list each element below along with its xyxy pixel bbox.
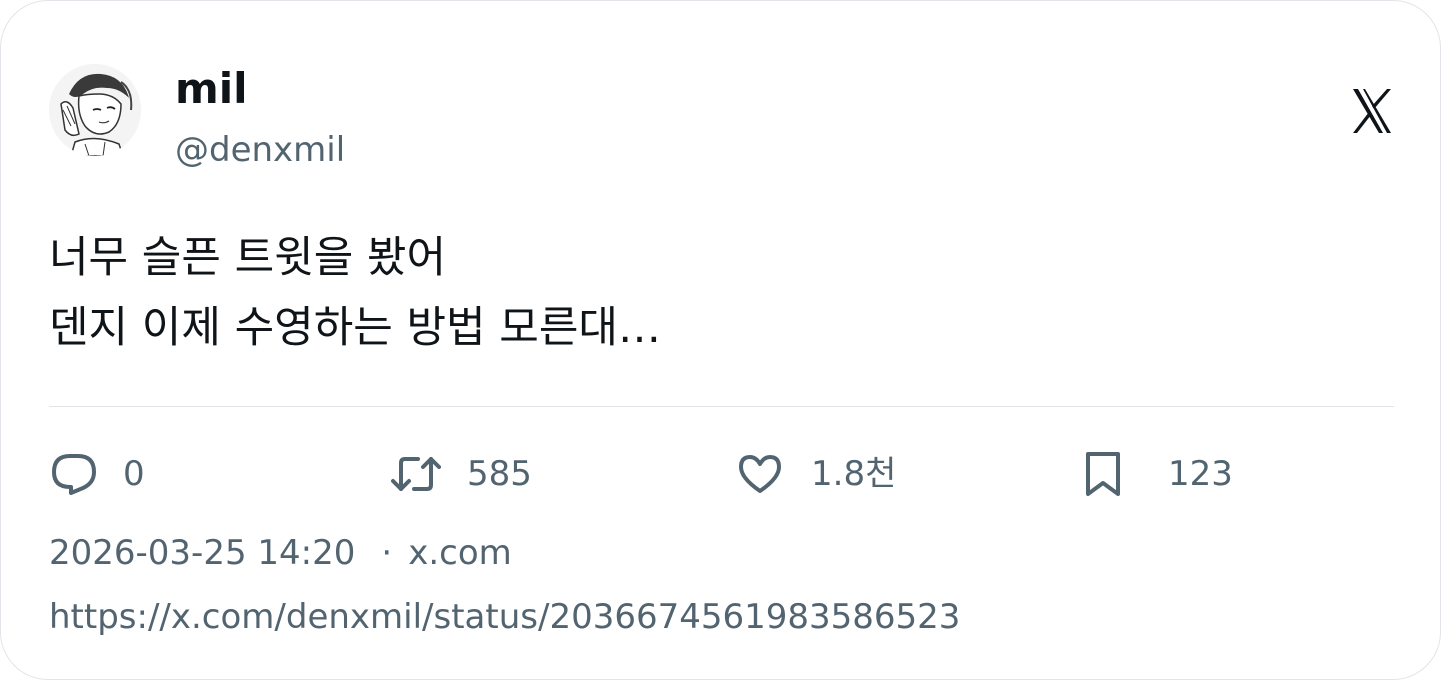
reply-icon xyxy=(52,454,96,495)
tweet-line: 덴지 이제 수영하는 방법 모른대… xyxy=(49,303,661,353)
meta-separator: · xyxy=(381,533,393,573)
timestamp[interactable]: 2026-03-25 14:20 xyxy=(49,533,355,573)
tweet-meta: 2026-03-25 14:20 · x.com xyxy=(49,529,512,577)
avatar[interactable] xyxy=(49,64,141,156)
bookmark-icon xyxy=(1086,452,1120,496)
like-button[interactable]: 1.8천 xyxy=(737,447,896,501)
tweet-line: 너무 슬픈 트윗을 봤어 xyxy=(49,233,447,283)
heart-icon xyxy=(739,455,781,493)
bookmark-count: 123 xyxy=(1168,454,1233,494)
user-handle[interactable]: @denxmil xyxy=(175,127,345,173)
reply-button[interactable]: 0 xyxy=(51,447,145,501)
retweet-icon xyxy=(391,457,441,491)
like-count: 1.8천 xyxy=(811,454,897,494)
display-name[interactable]: mil xyxy=(175,63,248,115)
x-logo-icon[interactable] xyxy=(1351,87,1393,135)
tweet-text: 너무 슬픈 트윗을 봤어 덴지 이제 수영하는 방법 모른대… xyxy=(49,223,661,363)
bookmark-button[interactable]: 123 xyxy=(1084,447,1233,501)
source-label[interactable]: x.com xyxy=(408,533,512,573)
tweet-url-link[interactable]: https://x.com/denxmil/status/20366745619… xyxy=(49,593,960,641)
tweet-card: mil @denxmil 너무 슬픈 트윗을 봤어 덴지 이제 수영하는 방법 … xyxy=(0,0,1441,680)
reply-count: 0 xyxy=(123,454,145,494)
retweet-button[interactable]: 585 xyxy=(391,447,532,501)
divider xyxy=(49,406,1394,407)
manga-portrait-avatar-icon xyxy=(49,64,141,156)
retweet-count: 585 xyxy=(467,454,532,494)
